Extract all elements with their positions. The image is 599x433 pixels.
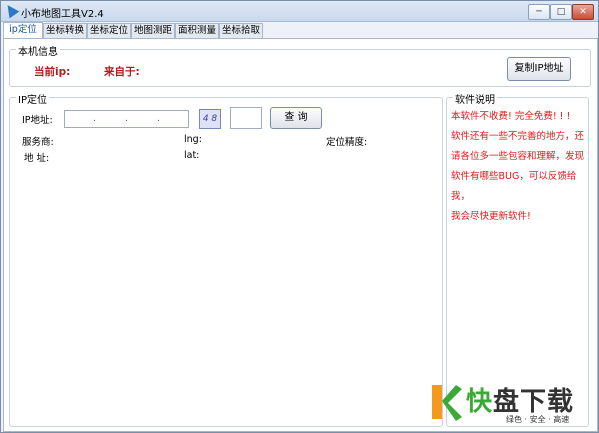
description-line: 软件还有一些不完善的地方，还 — [451, 131, 585, 142]
title-bar[interactable]: 小布地图工具V2.4 ─ □ ✕ — [1, 1, 598, 22]
window-title: 小布地图工具V2.4 — [21, 9, 104, 20]
app-window: 小布地图工具V2.4 ─ □ ✕ ip定位 坐标转换 坐标定位 地图测距 面积测… — [0, 0, 599, 433]
ip-separator: . — [93, 114, 96, 124]
ip-separator: . — [125, 114, 128, 124]
description-label: 软件说明 — [453, 91, 497, 106]
tab-coordinate-pick[interactable]: 坐标拾取 — [219, 23, 263, 38]
watermark: 快盘下载 绿色 · 安全 · 高速 — [428, 379, 596, 427]
minimize-button[interactable]: ─ — [528, 4, 550, 20]
kuaipan-logo-icon — [432, 385, 462, 421]
address-label: 地 址: — [24, 153, 50, 164]
isp-label: 服务商: — [22, 137, 54, 148]
ip-locate-label: IP定位 — [16, 91, 49, 106]
app-logo-icon — [2, 1, 20, 19]
ip-locate-panel: 本机信息 当前ip: 来自于: 复制IP地址 IP定位 IP地址: . . . … — [3, 38, 598, 432]
query-button[interactable]: 查 询 — [270, 107, 322, 129]
close-button[interactable]: ✕ — [572, 4, 594, 20]
description-text: 本软件不收费! 完全免费! ! ! 软件还有一些不完善的地方，还 请各位多一些包… — [451, 107, 587, 227]
captcha-image: 4 8 — [199, 109, 221, 129]
description-line: 本软件不收费! 完全免费! ! ! — [451, 111, 571, 122]
captcha-input[interactable] — [230, 107, 262, 129]
local-info-label: 本机信息 — [16, 43, 60, 58]
tab-coordinate-locate[interactable]: 坐标定位 — [87, 23, 131, 38]
copy-ip-button[interactable]: 复制IP地址 — [507, 57, 571, 81]
tab-coordinate-convert[interactable]: 坐标转换 — [43, 23, 87, 38]
longitude-label: lng: — [184, 134, 202, 145]
tab-map-distance[interactable]: 地图测距 — [131, 23, 175, 38]
watermark-slogan: 绿色 · 安全 · 高速 — [506, 415, 570, 424]
description-line: 我会尽快更新软件! — [451, 211, 531, 222]
local-info-group: 本机信息 当前ip: 来自于: 复制IP地址 — [9, 43, 591, 87]
ip-origin-label: 来自于: — [104, 66, 140, 78]
ip-address-label: IP地址: — [22, 115, 53, 126]
ip-separator: . — [157, 114, 160, 124]
description-line: 软件有哪些BUG，可以反馈给我， — [451, 171, 577, 202]
ip-address-input[interactable]: . . . — [64, 110, 189, 128]
maximize-button[interactable]: □ — [550, 4, 572, 20]
description-line: 请各位多一些包容和理解，发现 — [451, 151, 585, 162]
tab-ip-locate[interactable]: ip定位 — [3, 22, 43, 38]
watermark-brand: 快盘下载 — [466, 387, 575, 417]
description-group: 软件说明 本软件不收费! 完全免费! ! ! 软件还有一些不完善的地方，还 请各… — [446, 91, 589, 427]
latitude-label: lat: — [184, 150, 200, 161]
tab-area-measure[interactable]: 面积测量 — [175, 23, 219, 38]
ip-locate-group: IP定位 IP地址: . . . 4 8 查 询 服务商: lng: 定位精度:… — [9, 91, 443, 427]
current-ip-label: 当前ip: — [34, 66, 71, 78]
precision-label: 定位精度: — [326, 137, 368, 148]
